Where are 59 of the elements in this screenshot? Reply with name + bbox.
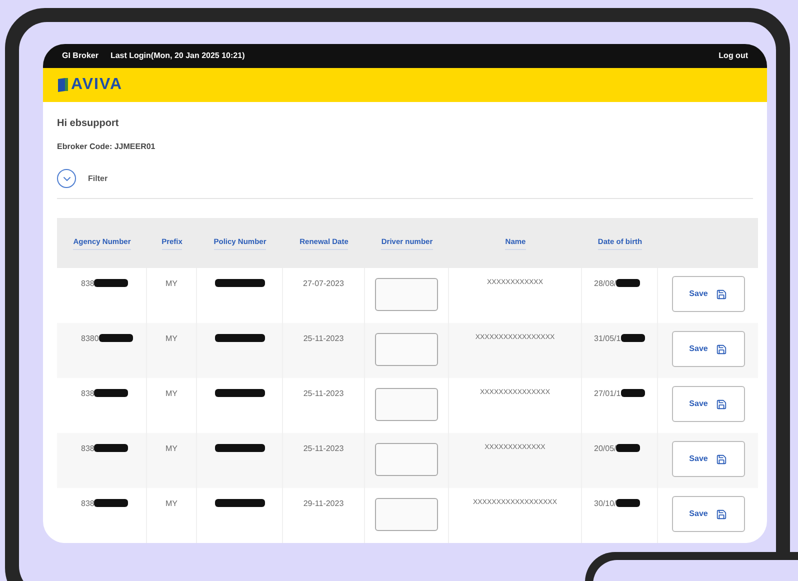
date-of-birth: 28/08/ [594, 278, 616, 290]
agency-number: 838 [81, 498, 94, 510]
date-of-birth: 27/01/1 [594, 388, 621, 400]
save-icon [716, 288, 727, 300]
redaction-mark [214, 498, 264, 508]
redaction-mark [94, 388, 128, 398]
filter-toggle-icon[interactable] [57, 169, 76, 188]
redaction-mark [98, 333, 133, 343]
redaction-mark [214, 333, 264, 343]
renewal-date: 27-07-2023 [303, 278, 344, 290]
redaction-mark [616, 443, 640, 453]
prefix-cell: MY [166, 333, 178, 345]
save-icon [716, 508, 727, 520]
last-login-text: Last Login(Mon, 20 Jan 2025 10:21) [110, 50, 245, 62]
greeting: Hi ebsupport [57, 117, 120, 131]
date-of-birth: 20/05/ [594, 443, 616, 455]
save-icon [716, 454, 727, 464]
agency-number: 8380 [81, 333, 99, 345]
prefix-cell: MY [166, 443, 178, 455]
redaction-mark [94, 498, 128, 508]
broker-code: Ebroker Code: JJMEER01 [57, 141, 156, 153]
date-of-birth: 30/10/ [594, 498, 616, 510]
driver-number-field[interactable] [375, 498, 438, 531]
date-of-birth: 31/05/1 [594, 333, 621, 345]
renewal-date: 29-11-2023 [303, 498, 344, 510]
redaction-mark [620, 333, 645, 343]
driver-number-field[interactable] [375, 278, 438, 311]
logout-link[interactable]: Log out [718, 50, 748, 62]
save-icon [716, 398, 727, 410]
renewal-date: 25-11-2023 [303, 333, 344, 345]
driver-number-field[interactable] [375, 388, 438, 421]
prefix-cell: MY [166, 388, 178, 400]
prefix-cell: MY [166, 278, 178, 290]
driver-number-field[interactable] [375, 443, 438, 476]
logo-text: AVIVA [71, 74, 123, 95]
filter-label: Filter [88, 172, 108, 184]
save-icon [716, 344, 727, 354]
save-button[interactable]: Save [672, 331, 744, 367]
redaction-mark [616, 278, 640, 288]
save-button[interactable]: Save [672, 441, 744, 477]
redaction-mark [214, 388, 264, 398]
agency-number: 838 [81, 278, 94, 290]
redaction-mark [616, 498, 640, 508]
prefix-cell: MY [166, 498, 178, 510]
redaction-mark [620, 388, 645, 398]
redaction-mark [214, 443, 264, 453]
broker-label: GI Broker [62, 50, 98, 62]
driver-number-field[interactable] [375, 333, 438, 366]
redaction-mark [94, 278, 128, 288]
logo-icon [58, 78, 68, 92]
agency-number: 838 [81, 388, 94, 400]
redaction-mark [94, 443, 128, 453]
save-button[interactable]: Save [672, 386, 744, 422]
renewal-date: 25-11-2023 [303, 388, 344, 400]
save-button[interactable]: Save [672, 276, 744, 312]
renewal-date: 25-11-2023 [303, 443, 344, 455]
agency-number: 838 [81, 443, 94, 455]
save-button[interactable]: Save [672, 496, 744, 532]
redaction-mark [214, 278, 264, 288]
